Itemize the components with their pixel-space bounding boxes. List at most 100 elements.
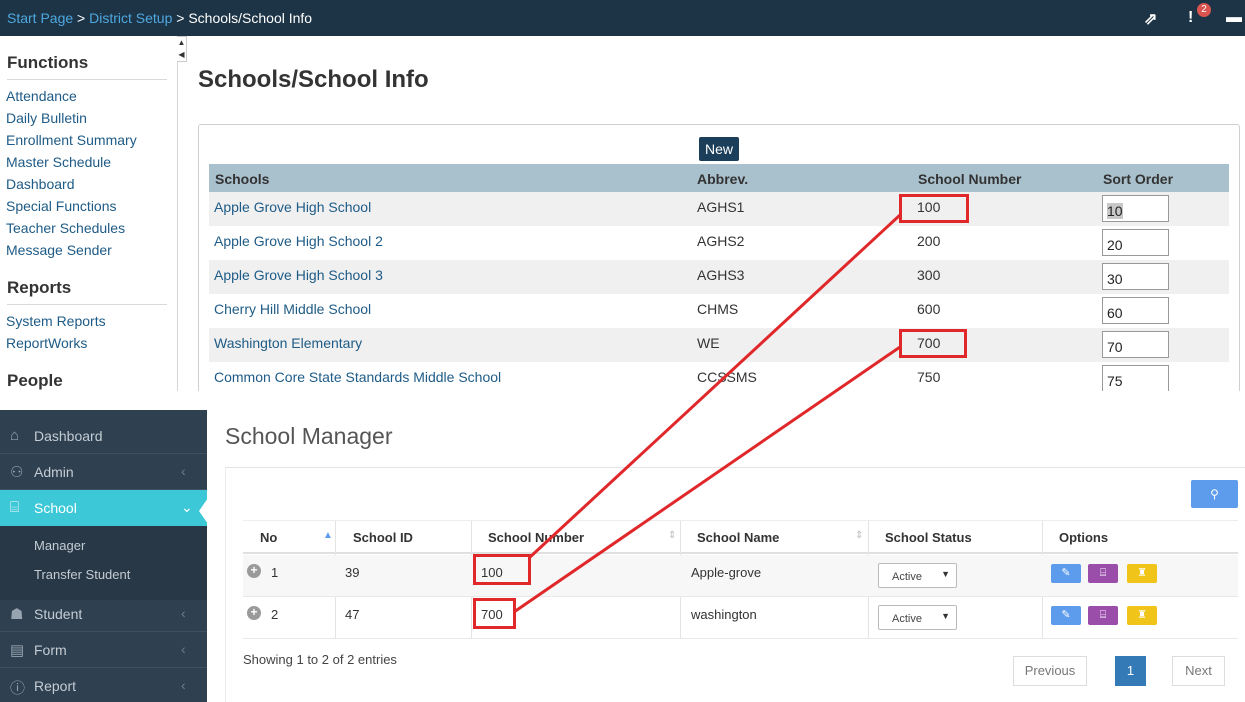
table-row: + 2 47 700 washington Active ▼ ✎ ⌸ ♜ [243,597,1238,639]
screenshot-separator [0,391,1245,410]
school-name-link[interactable]: Apple Grove High School [214,199,371,215]
breadcrumb-current: Schools/School Info [188,10,313,26]
column-header-school-id[interactable]: School ID [353,530,413,545]
link-enrollment-summary[interactable]: Enrollment Summary [6,132,137,148]
link-special-functions[interactable]: Special Functions [6,198,117,214]
shirt-icon: ♜ [1137,609,1147,621]
section-title-reports: Reports [7,278,72,297]
section-divider [7,79,167,80]
graduation-cap-icon: ☗ [10,606,24,623]
pagination-page-1[interactable]: 1 [1115,656,1146,686]
sort-asc-icon: ▲ [323,530,333,541]
sidebar-item-school[interactable]: ⌸ School ⌄ [0,490,207,526]
chevron-left-icon: ‹ [181,463,186,479]
search-button[interactable]: ⚲ [1191,480,1238,508]
row-school-name: Apple-grove [691,565,762,580]
school-name-link[interactable]: Washington Elementary [214,335,362,351]
alert-icon[interactable]: ! [1188,9,1193,27]
school-abbrev: CCSSMS [697,369,757,385]
sidebar-item-admin[interactable]: ⚇ Admin ‹ [0,454,207,490]
column-header-school-status[interactable]: School Status [885,530,972,545]
sidebar-item-label: Student [34,606,83,622]
file-icon: ▤ [10,642,25,659]
pagination-next[interactable]: Next [1172,656,1225,686]
school-name-link[interactable]: Apple Grove High School 3 [214,267,383,283]
new-school-button[interactable]: New [699,137,739,161]
pagination-previous[interactable]: Previous [1013,656,1087,686]
school-details-button[interactable]: ⌸ [1088,564,1118,583]
expand-row-icon[interactable]: + [247,606,261,620]
caret-left-icon: ◀ [178,50,185,59]
sort-order-input[interactable]: 20 [1102,229,1169,256]
sidebar-item-report[interactable]: ⓘ Report ‹ [0,668,207,702]
page-title: Schools/School Info [198,66,429,93]
students-button[interactable]: ♜ [1127,606,1157,625]
students-button[interactable]: ♜ [1127,564,1157,583]
school-name-link[interactable]: Apple Grove High School 2 [214,233,383,249]
breadcrumb-district-setup[interactable]: District Setup [89,10,172,26]
breadcrumb-separator: > [176,10,185,26]
collapse-panel-toggle[interactable]: ▲ ◀ [177,36,187,62]
school-abbrev: WE [697,335,720,351]
school-status-select[interactable]: Active ▼ [878,563,957,588]
link-attendance[interactable]: Attendance [6,88,77,104]
column-header-school-number[interactable]: School Number [488,530,584,545]
school-status-select[interactable]: Active ▼ [878,605,957,630]
sidebar-item-label: School [34,500,77,516]
table-row: Apple Grove High School 3 AGHS3 300 30 [209,260,1229,294]
submenu-item-transfer-student[interactable]: Transfer Student [34,567,130,582]
column-header-sort-order[interactable]: Sort Order [1103,171,1173,187]
sort-order-input[interactable]: 70 [1102,331,1169,358]
caret-up-icon: ▲ [177,38,186,47]
highlight-box-top-700 [899,329,967,358]
column-header-options: Options [1059,530,1109,545]
sort-order-input[interactable]: 30 [1102,263,1169,290]
edit-button[interactable]: ✎ [1051,606,1081,625]
search-icon: ⚲ [1210,487,1219,501]
link-reportworks[interactable]: ReportWorks [6,335,87,351]
school-abbrev: CHMS [697,301,739,317]
section-divider [7,304,167,305]
column-header-school-number[interactable]: School Number [918,171,1021,187]
school-number: 600 [917,301,941,317]
school-name-link[interactable]: Cherry Hill Middle School [214,301,371,317]
link-dashboard[interactable]: Dashboard [6,176,75,192]
edit-button[interactable]: ✎ [1051,564,1081,583]
expand-row-icon[interactable]: + [247,564,261,578]
column-header-abbrev[interactable]: Abbrev. [697,171,748,187]
link-system-reports[interactable]: System Reports [6,313,106,329]
link-daily-bulletin[interactable]: Daily Bulletin [6,110,87,126]
pencil-icon: ✎ [1061,567,1071,579]
manager-table-header: No ▲ School ID School Number ⇕ School Na… [243,520,1238,638]
column-header-no[interactable]: No [260,530,277,545]
sort-order-input[interactable]: 10 [1102,195,1169,222]
sidebar-item-label: Report [34,678,77,694]
school-details-button[interactable]: ⌸ [1088,606,1118,625]
sidebar-item-dashboard[interactable]: ⌂ Dashboard [0,418,207,454]
sidebar-item-label: Admin [34,464,74,480]
link-message-sender[interactable]: Message Sender [6,242,112,258]
sort-order-input[interactable]: 75 [1102,365,1169,392]
school-abbrev: AGHS3 [697,267,745,283]
caret-down-icon: ▼ [941,611,950,621]
home-icon: ⌂ [10,427,20,444]
print-icon[interactable]: ▬ [1226,9,1242,27]
sidebar-item-student[interactable]: ☗ Student ‹ [0,596,207,632]
table-row: + 1 39 100 Apple-grove Active ▼ ✎ ⌸ ♜ [243,555,1238,597]
table-row: Washington Elementary WE 700 70 [209,328,1229,362]
link-master-schedule[interactable]: Master Schedule [6,154,111,170]
breadcrumb-start-page[interactable]: Start Page [7,10,73,26]
sort-order-input[interactable]: 60 [1102,297,1169,324]
entries-info: Showing 1 to 2 of 2 entries [243,652,397,667]
column-header-school-name[interactable]: School Name [697,530,779,545]
info-icon: ⓘ [10,680,26,697]
sidebar-item-form[interactable]: ▤ Form ‹ [0,632,207,668]
external-link-icon[interactable]: ⇗ [1144,9,1157,29]
column-header-schools[interactable]: Schools [215,171,269,187]
submenu-item-manager[interactable]: Manager [34,538,85,553]
link-teacher-schedules[interactable]: Teacher Schedules [6,220,125,236]
highlight-box-bottom-700 [473,598,516,629]
school-name-link[interactable]: Common Core State Standards Middle Schoo… [214,369,501,385]
schools-table-header: Schools Abbrev. School Number Sort Order [209,164,1229,192]
row-no: 1 [271,565,279,580]
